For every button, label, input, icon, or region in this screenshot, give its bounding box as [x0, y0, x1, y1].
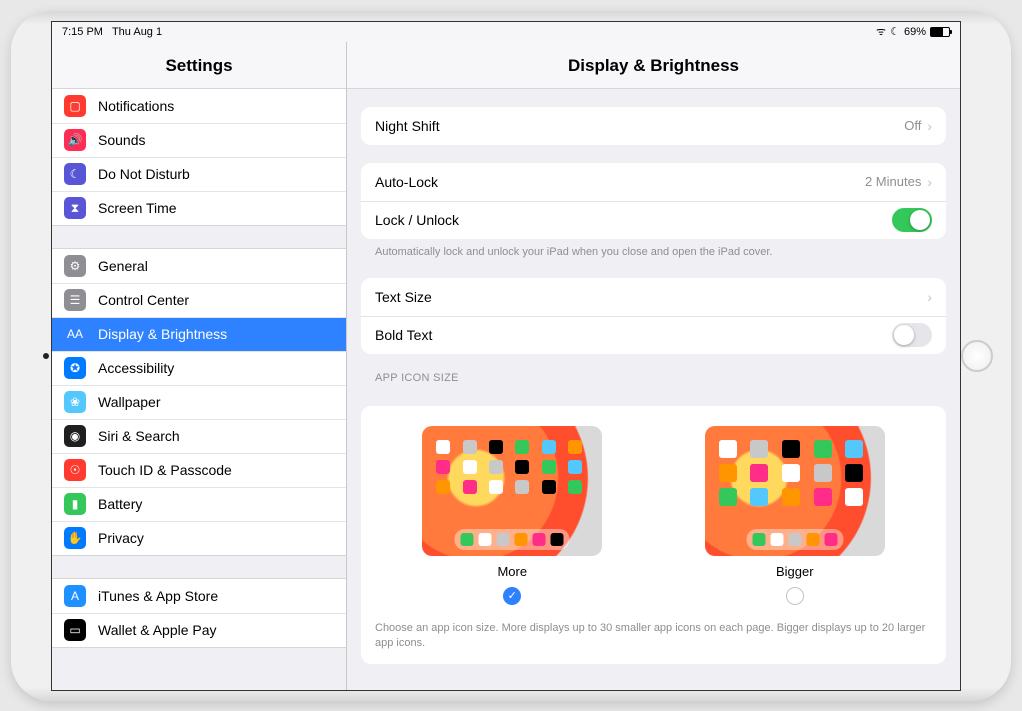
status-time: 7:15 PM [62, 26, 103, 38]
sidebar-item-itunes-app-store[interactable]: AiTunes & App Store [52, 579, 346, 613]
sidebar-item-label: General [98, 258, 148, 274]
status-bar: 7:15 PM Thu Aug 1 ᯤ ☾ 69% [52, 22, 960, 42]
chevron-right-icon: › [927, 118, 932, 134]
bold-text-toggle[interactable] [892, 323, 932, 347]
settings-sidebar: Settings ▢ Notifications 🔊 Sounds ☾ Do Not Di… [52, 42, 347, 690]
moon-icon: ☾ [890, 25, 900, 38]
sidebar-item-screen-time[interactable]: ⧗ Screen Time [52, 191, 346, 225]
wifi-icon: ᯤ [876, 24, 886, 39]
sidebar-item-label: Siri & Search [98, 428, 180, 444]
sidebar-item-battery[interactable]: ▮ Battery [52, 487, 346, 521]
sidebar-item-label: Display & Brightness [98, 326, 227, 342]
ipad-frame: 7:15 PM Thu Aug 1 ᯤ ☾ 69% Settings ▢ Noti… [11, 11, 1011, 701]
screen: 7:15 PM Thu Aug 1 ᯤ ☾ 69% Settings ▢ Noti… [51, 21, 961, 691]
sidebar-icon: ⚙ [64, 255, 86, 277]
sidebar-icon: ◉ [64, 425, 86, 447]
sidebar-item-wallpaper[interactable]: ❀ Wallpaper [52, 385, 346, 419]
sidebar-item-do-not-disturb[interactable]: ☾ Do Not Disturb [52, 157, 346, 191]
sidebar-item-label: iTunes & App Store [98, 588, 218, 604]
sidebar-icon: ☉ [64, 459, 86, 481]
option-label: More [497, 564, 527, 579]
row-label: Auto-Lock [375, 174, 438, 190]
sidebar-item-touch-id-passcode[interactable]: ☉ Touch ID & Passcode [52, 453, 346, 487]
battery-percent: 69% [904, 26, 926, 38]
pane-title: Display & Brightness [347, 42, 960, 89]
row-value: 2 Minutes [865, 174, 921, 189]
chevron-right-icon: › [927, 289, 932, 305]
sidebar-title: Settings [52, 42, 346, 88]
chevron-right-icon: › [927, 174, 932, 190]
row-value: Off [904, 118, 921, 133]
sidebar-item-accessibility[interactable]: ✪ Accessibility [52, 351, 346, 385]
preview-more [422, 426, 602, 556]
sidebar-item-sounds[interactable]: 🔊 Sounds [52, 123, 346, 157]
row-label: Text Size [375, 289, 432, 305]
lock-unlock-toggle[interactable] [892, 208, 932, 232]
night-shift-row[interactable]: Night Shift Off › [361, 107, 946, 145]
row-label: Bold Text [375, 327, 432, 343]
sidebar-item-label: Control Center [98, 292, 189, 308]
sidebar-item-privacy[interactable]: ✋ Privacy [52, 521, 346, 555]
battery-icon [930, 27, 950, 37]
sidebar-icon: ▢ [64, 95, 86, 117]
sidebar-item-label: Wallet & Apple Pay [98, 622, 217, 638]
sidebar-item-siri-search[interactable]: ◉ Siri & Search [52, 419, 346, 453]
sidebar-item-label: Do Not Disturb [98, 166, 190, 182]
sidebar-item-label: Screen Time [98, 200, 177, 216]
sidebar-icon: ✋ [64, 527, 86, 549]
bold-text-row: Bold Text [361, 316, 946, 354]
lock-unlock-note: Automatically lock and unlock your iPad … [361, 239, 946, 260]
sidebar-icon: ✪ [64, 357, 86, 379]
sidebar-item-wallet-apple-pay[interactable]: ▭ Wallet & Apple Pay [52, 613, 346, 647]
preview-bigger [705, 426, 885, 556]
sidebar-item-notifications[interactable]: ▢ Notifications [52, 89, 346, 123]
sidebar-icon: ☾ [64, 163, 86, 185]
sidebar-item-label: Accessibility [98, 360, 174, 376]
sidebar-item-label: Sounds [98, 132, 145, 148]
row-label: Night Shift [375, 118, 440, 134]
sidebar-item-label: Notifications [98, 98, 174, 114]
sidebar-icon: ☰ [64, 289, 86, 311]
sidebar-item-general[interactable]: ⚙ General [52, 249, 346, 283]
sidebar-item-label: Battery [98, 496, 142, 512]
lock-unlock-row: Lock / Unlock [361, 201, 946, 239]
auto-lock-row[interactable]: Auto-Lock 2 Minutes › [361, 163, 946, 201]
option-label: Bigger [776, 564, 814, 579]
icon-size-option-bigger[interactable]: Bigger [705, 426, 885, 605]
sidebar-icon: ⧗ [64, 197, 86, 219]
sidebar-item-display-brightness[interactable]: AA Display & Brightness [52, 317, 346, 351]
camera-dot [43, 353, 49, 359]
row-label: Lock / Unlock [375, 212, 459, 228]
app-icon-size-header: APP ICON SIZE [361, 354, 946, 388]
radio-checked-icon: ✓ [503, 587, 521, 605]
sidebar-icon: A [64, 585, 86, 607]
sidebar-icon: ▭ [64, 619, 86, 641]
sidebar-icon: 🔊 [64, 129, 86, 151]
sidebar-icon: ▮ [64, 493, 86, 515]
sidebar-item-control-center[interactable]: ☰ Control Center [52, 283, 346, 317]
detail-pane: Display & Brightness Night Shift Off › A… [347, 42, 960, 690]
icon-size-option-more[interactable]: More ✓ [422, 426, 602, 605]
sidebar-icon: ❀ [64, 391, 86, 413]
icon-size-note: Choose an app icon size. More displays u… [361, 615, 946, 664]
sidebar-item-label: Privacy [98, 530, 144, 546]
sidebar-icon: AA [64, 323, 86, 345]
sidebar-item-label: Wallpaper [98, 394, 161, 410]
status-date: Thu Aug 1 [112, 26, 162, 38]
home-button[interactable] [961, 340, 993, 372]
text-size-row[interactable]: Text Size › [361, 278, 946, 316]
radio-unchecked-icon [786, 587, 804, 605]
sidebar-item-label: Touch ID & Passcode [98, 462, 232, 478]
